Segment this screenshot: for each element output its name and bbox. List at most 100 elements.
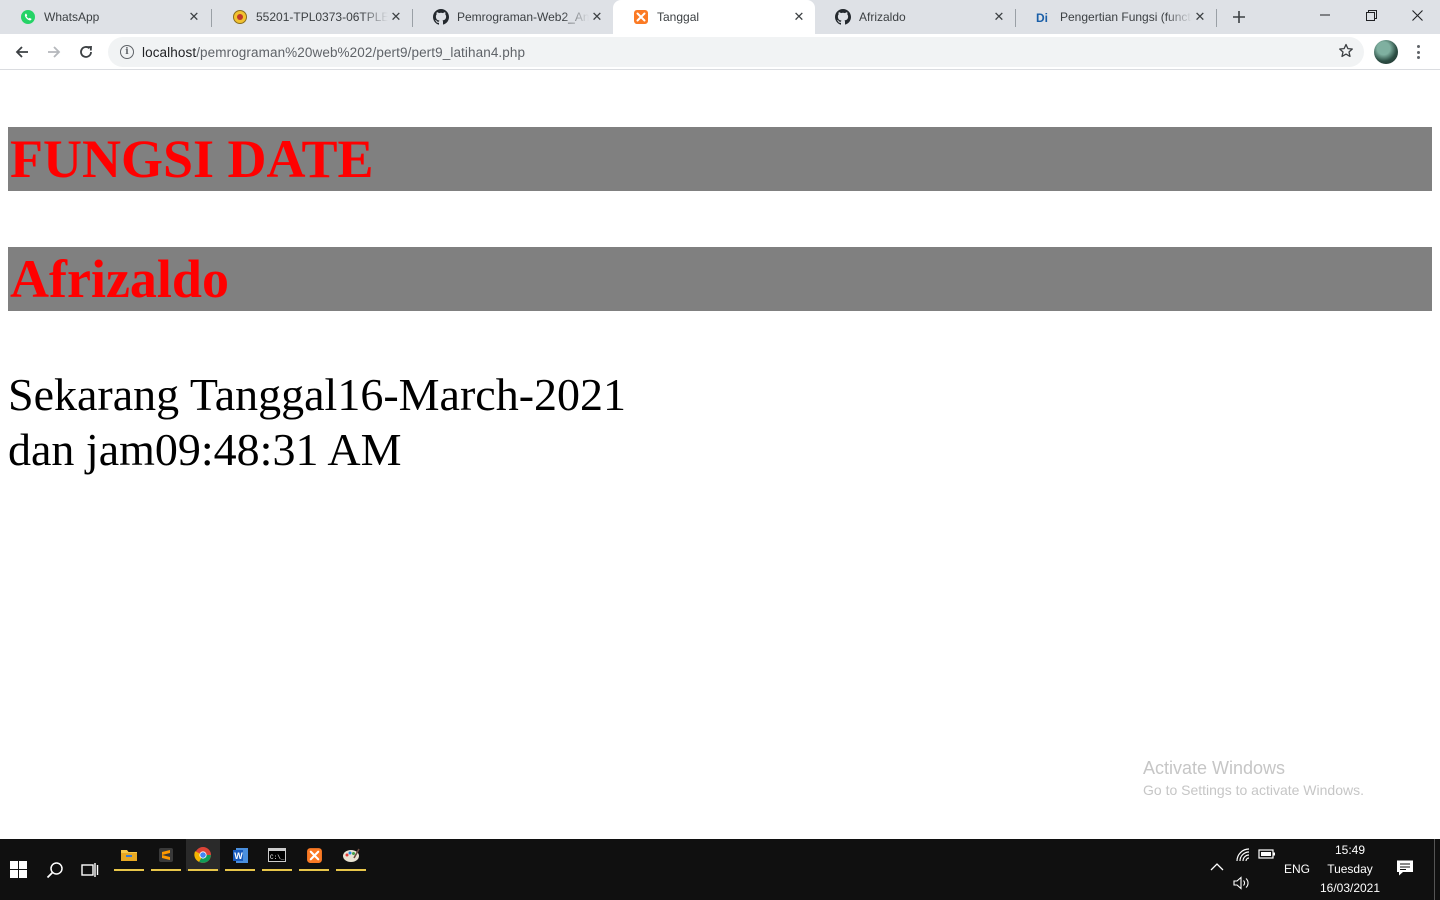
close-icon[interactable]: ✕ — [1192, 9, 1208, 25]
taskbar-file-explorer[interactable] — [112, 839, 146, 871]
back-arrow-icon — [15, 46, 28, 58]
running-indicator — [114, 869, 144, 871]
speaker-icon — [1233, 876, 1249, 890]
heading-name: Afrizaldo — [8, 247, 1432, 311]
date-output: Sekarang Tanggal16-March-2021 dan jam09:… — [8, 367, 626, 477]
forward-button[interactable] — [40, 38, 68, 66]
tab-github-profile[interactable]: Afrizaldo ✕ — [815, 0, 1015, 34]
browser-toolbar: i localhost/pemrograman%20web%202/pert9/… — [0, 34, 1440, 70]
watermark-title: Activate Windows — [1143, 758, 1286, 778]
tab-github-repo[interactable]: Pemrograman-Web2_Anrizaldo ✕ — [413, 0, 613, 34]
taskbar-word[interactable]: W — [223, 839, 257, 871]
whatsapp-icon — [20, 9, 36, 25]
battery-icon — [1258, 849, 1275, 859]
tab-title: Afrizaldo — [859, 10, 906, 24]
date-line: Sekarang Tanggal16-March-2021 — [8, 369, 627, 420]
heading-fungsi-date: FUNGSI DATE — [8, 127, 1432, 191]
chrome-icon — [194, 847, 211, 863]
clock-day: Tuesday — [1327, 862, 1373, 876]
reload-icon — [80, 46, 92, 58]
tab-title: Pengertian Fungsi (function) — [1060, 10, 1192, 24]
taskbar-chrome[interactable] — [186, 839, 220, 871]
taskbar-clock[interactable]: 15:49 Tuesday 16/03/2021 — [1310, 841, 1390, 898]
taskbar-cmd[interactable]: C:\_ — [260, 839, 294, 871]
tab-title: Tanggal — [657, 10, 700, 24]
search-button[interactable] — [38, 839, 72, 900]
tab-tanggal[interactable]: Tanggal ✕ — [613, 0, 815, 34]
close-icon[interactable]: ✕ — [991, 9, 1007, 25]
tab-title: 55201-TPL0373-06TPLE017 — [256, 10, 388, 24]
close-icon[interactable]: ✕ — [589, 9, 605, 25]
bookmark-star-icon[interactable] — [1338, 43, 1354, 64]
browser-menu-button[interactable] — [1410, 42, 1426, 62]
start-button[interactable] — [0, 839, 36, 900]
tab-whatsapp[interactable]: WhatsApp ✕ — [0, 0, 210, 34]
svg-text:Di: Di — [1036, 11, 1048, 25]
running-indicator — [262, 869, 292, 871]
notification-icon — [1397, 860, 1413, 876]
tab-separator — [1216, 9, 1217, 27]
svg-text:W: W — [234, 851, 243, 861]
task-view-icon — [81, 862, 99, 877]
svg-text:C:\_: C:\_ — [270, 854, 285, 861]
restore-icon — [1365, 9, 1377, 21]
cmd-icon: C:\_ — [268, 848, 286, 862]
wifi-icon — [1236, 848, 1250, 862]
dot-icon — [1416, 45, 1420, 48]
address-bar[interactable]: i localhost/pemrograman%20web%202/pert9/… — [108, 37, 1364, 67]
tab-strip: WhatsApp ✕ 55201-TPL0373-06TPLE017 ✕ Pem… — [0, 0, 1440, 34]
github-icon — [835, 9, 851, 25]
taskbar-paint[interactable] — [334, 839, 368, 871]
paint-icon — [343, 848, 360, 862]
clock-time: 15:49 — [1334, 843, 1366, 857]
reload-button[interactable] — [72, 38, 100, 66]
running-indicator — [225, 869, 255, 871]
input-language[interactable]: ENG — [1284, 862, 1310, 876]
url-path: /pemrograman%20web%202/pert9/pert9_latih… — [196, 44, 526, 60]
volume-button[interactable] — [1233, 876, 1251, 893]
windows-logo-icon — [9, 861, 27, 878]
action-center-button[interactable] — [1396, 859, 1414, 882]
windows-taskbar: W C:\_ ENG 15:49 Tuesday 16/03/2021 — [0, 839, 1440, 900]
taskbar-sublime-text[interactable] — [149, 839, 183, 871]
show-hidden-icons-button[interactable] — [1210, 861, 1224, 875]
dot-icon — [1416, 50, 1420, 54]
clock-date: 16/03/2021 — [1319, 881, 1381, 895]
task-view-button[interactable] — [73, 839, 107, 900]
new-tab-button[interactable] — [1228, 6, 1250, 28]
tab-title: WhatsApp — [44, 10, 100, 24]
github-icon — [433, 9, 449, 25]
back-button[interactable] — [8, 38, 36, 66]
time-line: dan jam09:48:31 AM — [8, 424, 402, 475]
show-desktop-button[interactable] — [1434, 839, 1440, 900]
activate-windows-watermark: Activate Windows Go to Settings to activ… — [1143, 757, 1364, 800]
site-info-icon[interactable]: i — [120, 45, 134, 59]
taskbar-xampp[interactable] — [297, 839, 331, 871]
tab-duniailkom[interactable]: Di Pengertian Fungsi (function) ✕ — [1016, 0, 1216, 34]
xampp-icon — [306, 847, 322, 863]
restore-button[interactable] — [1348, 0, 1394, 30]
plus-icon — [1233, 11, 1245, 23]
close-icon[interactable]: ✕ — [388, 9, 404, 25]
close-window-button[interactable] — [1394, 0, 1440, 30]
dot-icon — [1416, 56, 1420, 59]
battery-status[interactable] — [1258, 848, 1276, 863]
running-indicator — [336, 869, 366, 871]
profile-avatar[interactable] — [1374, 40, 1398, 64]
close-icon[interactable]: ✕ — [791, 9, 807, 25]
running-indicator — [151, 869, 181, 871]
close-icon[interactable]: ✕ — [186, 9, 202, 25]
chevron-up-icon — [1210, 863, 1224, 871]
url-host: localhost — [142, 44, 197, 60]
word-icon: W — [232, 847, 248, 863]
xampp-icon — [633, 9, 649, 25]
watermark-subtitle: Go to Settings to activate Windows. — [1143, 782, 1364, 798]
tab-title: Pemrograman-Web2_Anrizaldo — [457, 10, 589, 24]
tab-elearning[interactable]: 55201-TPL0373-06TPLE017 ✕ — [212, 0, 412, 34]
running-indicator — [188, 869, 218, 871]
network-status[interactable] — [1235, 847, 1251, 866]
minimize-icon — [1320, 14, 1330, 16]
url-text[interactable]: localhost/pemrograman%20web%202/pert9/pe… — [142, 45, 525, 60]
page-content: FUNGSI DATE Afrizaldo Sekarang Tanggal16… — [0, 71, 1440, 839]
minimize-button[interactable] — [1302, 0, 1348, 30]
